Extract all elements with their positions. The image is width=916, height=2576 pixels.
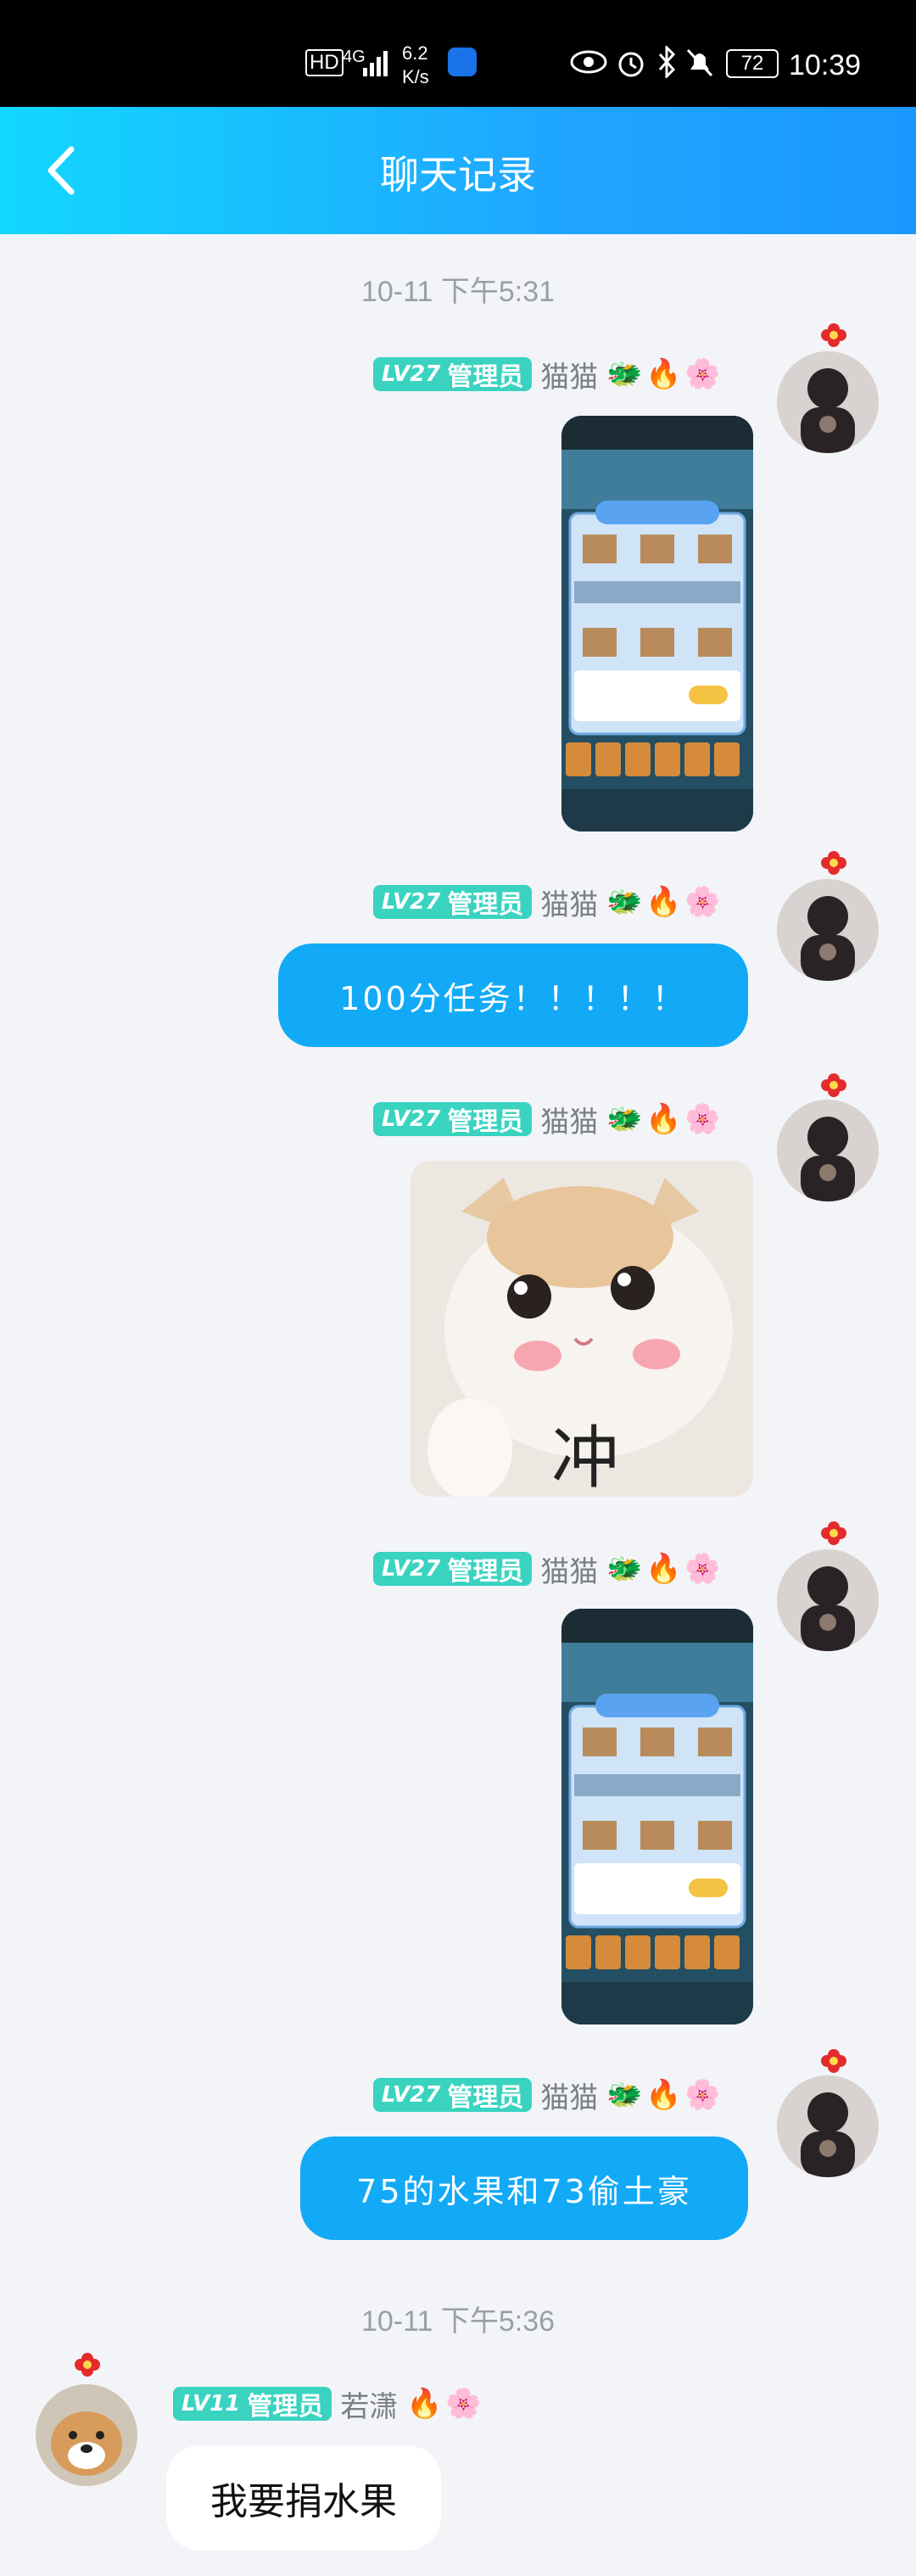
eye-icon (570, 50, 607, 74)
flower-emoji-icon: 🌸 (684, 1102, 721, 1136)
sender-name-bar: LV11 管理员 若潇 🔥 🌸 (173, 2383, 482, 2425)
app-notification-icon (448, 48, 477, 76)
sender-name-bar: LV27 管理员 猫猫 🐲 🔥 🌸 (373, 1099, 721, 1140)
bluetooth-icon (658, 46, 676, 78)
fire-icon: 🔥 (406, 2387, 443, 2421)
fire-icon: 🔥 (645, 2078, 682, 2112)
flower-emoji-icon: 🌸 (684, 357, 721, 391)
dragon-icon: 🐲 (606, 2078, 643, 2112)
sender-name-bar: LV27 管理员 猫猫 🐲 🔥 🌸 (373, 2075, 721, 2116)
avatar[interactable] (777, 1549, 879, 1651)
avatar[interactable] (777, 2075, 879, 2177)
flower-icon (819, 1519, 848, 1548)
hd-indicator: HD (305, 49, 344, 76)
sender-name[interactable]: 若潇 (340, 2383, 398, 2425)
alarm-icon (618, 52, 644, 77)
level-badge: LV27 管理员 (373, 1102, 533, 1137)
avatar[interactable] (777, 1100, 879, 1201)
flower-icon (819, 2047, 848, 2075)
level-badge: LV11 管理员 (173, 2387, 332, 2422)
sender-name-bar: LV27 管理员 猫猫 🐲 🔥 🌸 (373, 1548, 721, 1590)
status-bar: HD 4G 6.2 K/s 72 10:39 (0, 0, 916, 107)
dragon-icon: 🐲 (606, 357, 643, 391)
battery-level: 72 (726, 49, 779, 78)
message-text: 100分任务！！！！！ (339, 979, 687, 1017)
level-badge: LV27 管理员 (373, 1552, 533, 1587)
flower-emoji-icon: 🌸 (445, 2387, 482, 2421)
sticker-message[interactable]: 冲 (411, 1161, 753, 1497)
dragon-icon: 🐲 (606, 1552, 643, 1586)
flower-emoji-icon: 🌸 (684, 1552, 721, 1586)
game-screenshot (561, 1609, 753, 2024)
level-badge: LV27 管理员 (373, 2078, 533, 2113)
message-timestamp: 10-11 下午5:31 (360, 276, 556, 308)
network-type: 4G (343, 48, 366, 66)
sticker-caption: 冲 (551, 1419, 619, 1497)
avatar[interactable] (777, 879, 879, 981)
flower-emoji-icon: 🌸 (684, 2078, 721, 2112)
avatar[interactable] (777, 351, 879, 453)
sender-name[interactable]: 猫猫 (540, 1548, 598, 1590)
flower-icon (819, 1071, 848, 1100)
message-text: 75的水果和73偷土豪 (356, 2172, 692, 2210)
flower-icon (73, 2350, 102, 2379)
image-message[interactable] (561, 416, 753, 832)
message-text: 我要捐水果 (210, 2480, 397, 2523)
clock: 10:39 (789, 49, 862, 81)
avatar[interactable] (36, 2384, 137, 2486)
sender-name-bar: LV27 管理员 猫猫 🐲 🔥 🌸 (373, 882, 721, 923)
message-bubble[interactable]: 75的水果和73偷土豪 (300, 2136, 748, 2240)
image-message[interactable] (561, 1609, 753, 2024)
sender-name[interactable]: 猫猫 (540, 2075, 598, 2116)
sender-name[interactable]: 猫猫 (540, 1099, 598, 1140)
level-badge: LV27 管理员 (373, 357, 533, 392)
sender-name[interactable]: 猫猫 (540, 882, 598, 923)
flower-icon (819, 848, 848, 877)
game-screenshot (561, 416, 753, 832)
sender-name-bar: LV27 管理员 猫猫 🐲 🔥 🌸 (373, 354, 721, 395)
message-bubble[interactable]: 我要捐水果 (166, 2445, 441, 2551)
fire-icon: 🔥 (645, 1102, 682, 1136)
speed-value: 6.2 (402, 42, 428, 64)
mute-bell-icon (686, 48, 713, 77)
message-bubble[interactable]: 100分任务！！！！！ (278, 944, 748, 1047)
fire-icon: 🔥 (645, 885, 682, 919)
message-timestamp: 10-11 下午5:36 (360, 2305, 556, 2338)
page-title: 聊天记录 (380, 152, 536, 198)
chat-header: 聊天记录 (0, 107, 916, 234)
dragon-icon: 🐲 (606, 885, 643, 919)
speed-unit: K/s (402, 66, 429, 87)
dragon-icon: 🐲 (606, 1102, 643, 1136)
level-badge: LV27 管理员 (373, 885, 533, 920)
fire-icon: 🔥 (645, 1552, 682, 1586)
fire-icon: 🔥 (645, 357, 682, 391)
sender-name[interactable]: 猫猫 (540, 354, 598, 395)
flower-emoji-icon: 🌸 (684, 885, 721, 919)
flower-icon (819, 321, 848, 350)
signal-icon (363, 51, 388, 76)
